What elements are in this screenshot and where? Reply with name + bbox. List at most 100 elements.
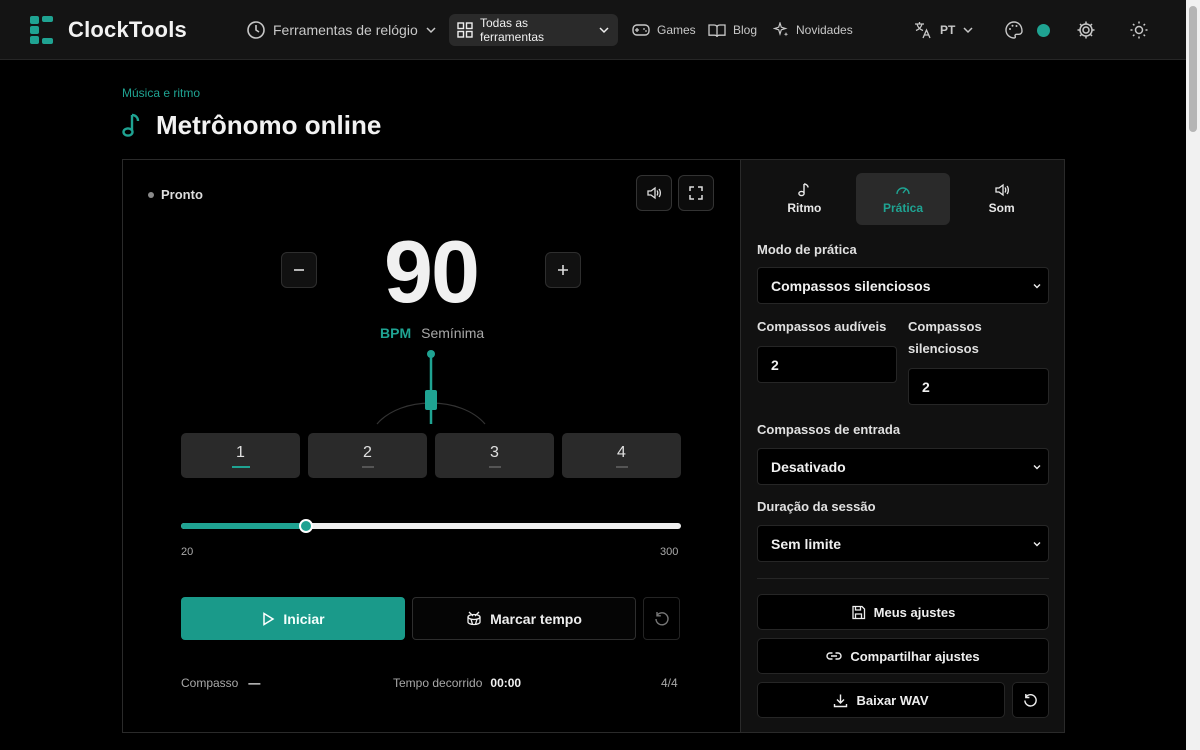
beat-indicator[interactable]: 2: [308, 433, 427, 478]
page-title-row: Metrônomo online: [122, 110, 381, 141]
language-code: PT: [940, 23, 956, 37]
session-duration-label: Duração da sessão: [757, 499, 876, 514]
practice-mode-select[interactable]: Compassos silenciosos: [757, 267, 1049, 304]
sun-icon: [1130, 21, 1148, 39]
translate-icon: [915, 22, 931, 39]
tab-sound[interactable]: Som: [954, 173, 1049, 225]
top-navbar: ClockTools Ferramentas de relógio Todas …: [0, 0, 1186, 60]
beat-accent-bar: [361, 465, 374, 468]
reset-settings-button[interactable]: [1012, 682, 1049, 718]
start-button[interactable]: Iniciar: [181, 597, 405, 640]
sparkles-icon: [773, 22, 789, 37]
audible-bars-value: 2: [771, 356, 779, 373]
bpm-range-min: 20: [181, 546, 194, 558]
save-icon: [852, 605, 865, 619]
audible-bars-label: Compassos audíveis: [757, 319, 887, 334]
page-scrollbar[interactable]: [1186, 0, 1200, 750]
elapsed-time: Tempo decorrido 00:00: [393, 676, 521, 690]
music-note-icon: [122, 113, 140, 137]
nav-news[interactable]: Novidades: [765, 14, 861, 46]
share-settings-label: Compartilhar ajustes: [850, 648, 980, 664]
grid-icon: [457, 22, 473, 38]
scrollbar-thumb[interactable]: [1189, 6, 1197, 132]
nav-blog-label: Blog: [733, 23, 758, 37]
session-duration-select[interactable]: Sem limite: [757, 525, 1049, 562]
tab-rhythm[interactable]: Ritmo: [757, 173, 852, 225]
chevron-down-icon: [963, 27, 973, 34]
download-wav-label: Baixar WAV: [856, 692, 929, 708]
beat-accent-bar: [231, 465, 250, 468]
book-icon: [708, 23, 726, 37]
music-note-icon: [798, 183, 810, 197]
note-value-selector[interactable]: Semínima: [421, 325, 484, 341]
save-settings-label: Meus ajustes: [873, 604, 956, 620]
status-indicator: Pronto: [148, 187, 203, 202]
gear-icon: [1077, 21, 1095, 39]
beat-accent-bar: [615, 465, 628, 468]
play-icon: [263, 611, 275, 626]
nav-blog[interactable]: Blog: [700, 14, 765, 46]
speaker-icon: [995, 183, 1009, 197]
status-text: Pronto: [161, 187, 203, 202]
count-in-select[interactable]: Desativado: [757, 448, 1049, 485]
language-selector[interactable]: PT: [905, 14, 982, 46]
fullscreen-button[interactable]: [678, 175, 714, 211]
all-tools-menu[interactable]: Todas as ferramentas: [449, 14, 618, 46]
reset-button[interactable]: [643, 597, 680, 640]
tab-practice[interactable]: Prática: [855, 173, 951, 225]
tab-rhythm-label: Ritmo: [787, 201, 822, 215]
practice-mode-label: Modo de prática: [757, 242, 857, 257]
logo[interactable]: ClockTools: [30, 16, 187, 44]
share-settings-button[interactable]: Compartilhar ajustes: [757, 638, 1049, 674]
reset-icon: [654, 611, 669, 625]
metronome-main: Pronto 90 BPM Semínima 1 2 3 4 20 300 In…: [123, 160, 740, 732]
breadcrumb[interactable]: Música e ritmo: [122, 86, 200, 100]
silent-bars-input[interactable]: 2: [908, 368, 1049, 405]
clock-tools-menu[interactable]: Ferramentas de relógio: [238, 14, 445, 46]
tab-sound-label: Som: [988, 201, 1015, 215]
drum-icon: [467, 611, 481, 625]
bpm-value[interactable]: 90: [323, 224, 539, 320]
practice-mode-value: Compassos silenciosos: [771, 277, 931, 294]
metronome-panel: Pronto 90 BPM Semínima 1 2 3 4 20 300 In…: [122, 159, 1065, 733]
chevron-down-icon: [426, 27, 436, 34]
beat-number: 1: [236, 443, 245, 461]
time-signature-value: 4/4: [661, 676, 678, 690]
time-signature: 4/4: [661, 676, 678, 690]
bpm-range-max: 300: [660, 546, 679, 558]
chevron-down-icon: [1033, 542, 1041, 547]
beat-number: 4: [617, 443, 626, 461]
theme-color-picker[interactable]: [996, 14, 1058, 46]
settings-button[interactable]: [1068, 14, 1104, 46]
save-settings-button[interactable]: Meus ajustes: [757, 594, 1049, 630]
tap-tempo-button[interactable]: Marcar tempo: [412, 597, 636, 640]
beat-indicator[interactable]: 1: [181, 433, 300, 478]
chevron-down-icon: [1033, 284, 1041, 289]
palette-icon: [1005, 21, 1023, 39]
app-name: ClockTools: [68, 17, 187, 42]
count-in-label: Compassos de entrada: [757, 422, 901, 437]
audible-bars-input[interactable]: 2: [757, 346, 897, 383]
beat-number: 2: [363, 443, 372, 461]
theme-toggle-button[interactable]: [1121, 14, 1157, 46]
bpm-increase-button[interactable]: [545, 252, 581, 288]
status-dot: [148, 191, 154, 198]
silent-bars-value: 2: [922, 378, 930, 395]
beat-indicator[interactable]: 3: [435, 433, 554, 478]
bpm-slider[interactable]: [181, 518, 681, 534]
download-wav-button[interactable]: Baixar WAV: [757, 682, 1005, 718]
nav-games-label: Games: [657, 23, 696, 37]
bpm-label-row: BPM Semínima: [380, 325, 484, 341]
bpm-decrease-button[interactable]: [281, 252, 317, 288]
accent-color-swatch: [1037, 23, 1050, 37]
nav-games[interactable]: Games: [624, 14, 704, 46]
slider-thumb[interactable]: [299, 519, 313, 533]
beat-indicator[interactable]: 4: [562, 433, 681, 478]
start-label: Iniciar: [283, 610, 325, 627]
settings-tabs: Ritmo Prática Som: [757, 173, 1049, 225]
mute-button[interactable]: [636, 175, 672, 211]
beat-accent-bar: [488, 465, 501, 468]
bpm-unit: BPM: [380, 325, 412, 341]
silent-bars-label-line2: silenciosos: [908, 341, 979, 356]
elapsed-label: Tempo decorrido: [393, 676, 483, 690]
